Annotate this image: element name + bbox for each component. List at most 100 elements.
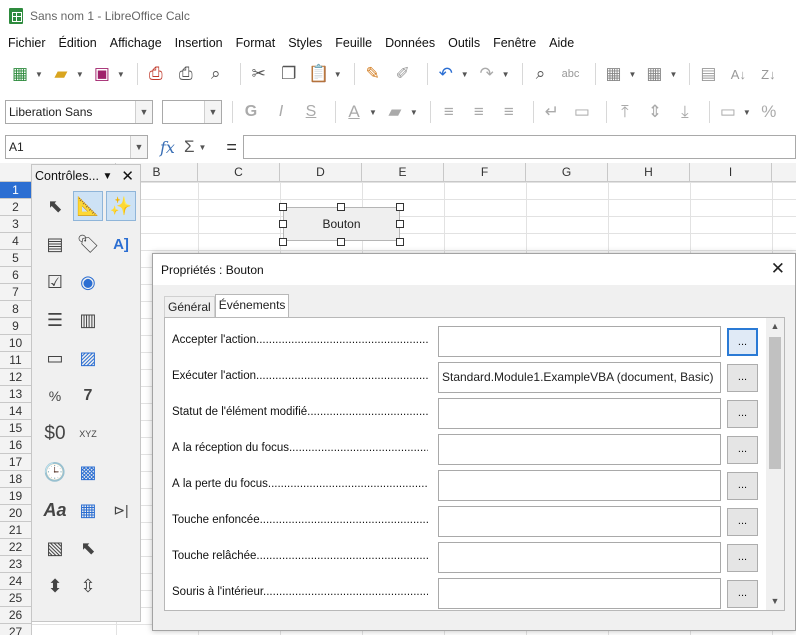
row-header[interactable]: 25 [0, 590, 32, 607]
row-header[interactable]: 15 [0, 420, 32, 437]
row-header[interactable]: 5 [0, 250, 32, 267]
event-macro-field[interactable] [438, 434, 721, 465]
assign-macro-button[interactable]: ... [727, 472, 758, 500]
select-pointer-icon[interactable]: ⬉ [40, 191, 70, 221]
row-header[interactable]: 24 [0, 573, 32, 590]
italic-icon[interactable]: I [269, 100, 293, 124]
row-header[interactable]: 19 [0, 488, 32, 505]
file-selection-icon[interactable]: ⬉ [73, 533, 103, 563]
row-header[interactable]: 12 [0, 369, 32, 386]
row-header[interactable]: 20 [0, 505, 32, 522]
menu-donnees[interactable]: Données [385, 36, 435, 50]
row-header[interactable]: 13 [0, 386, 32, 403]
design-mode-icon[interactable]: 📐 [73, 191, 103, 221]
font-size-combo[interactable]: ▼ [162, 100, 222, 124]
menu-format[interactable]: Format [236, 36, 276, 50]
align-right-icon[interactable]: ≡ [497, 100, 521, 124]
selection-handle[interactable] [396, 203, 404, 211]
row-header[interactable]: 11 [0, 352, 32, 369]
text-box-icon[interactable]: A] [106, 229, 136, 259]
align-bottom-icon[interactable]: ⤓ [673, 100, 697, 124]
selection-handle[interactable] [396, 238, 404, 246]
spelling-icon[interactable]: abc [559, 62, 583, 86]
row-header[interactable]: 7 [0, 284, 32, 301]
export-pdf-icon[interactable]: ⎙ [144, 62, 168, 86]
push-button-icon[interactable]: ▭ [40, 343, 70, 373]
row-header[interactable]: 4 [0, 233, 32, 250]
name-box[interactable]: A1 ▼ [5, 135, 148, 159]
check-box-icon[interactable]: ☑ [40, 267, 70, 297]
cut-icon[interactable]: ✂ [247, 62, 271, 86]
menu-feuille[interactable]: Feuille [335, 36, 372, 50]
row-icon[interactable]: ▦ [602, 62, 626, 86]
dialog-title-bar[interactable]: Propriétés : Bouton ✕ [153, 254, 795, 285]
formula-input[interactable] [243, 135, 796, 159]
row-header[interactable]: 10 [0, 335, 32, 352]
event-macro-field[interactable] [438, 326, 721, 357]
tab-general[interactable]: Général [164, 296, 215, 317]
chevron-down-icon[interactable]: ▼ [669, 70, 677, 79]
label-icon[interactable]: 🏷 [73, 229, 103, 259]
sort-descending-icon[interactable]: Z↓ [756, 62, 780, 86]
scrollbar-thumb[interactable] [769, 337, 781, 469]
row-header[interactable]: 2 [0, 199, 32, 216]
underline-icon[interactable]: S [299, 100, 323, 124]
font-color-icon[interactable]: A [342, 100, 366, 124]
chevron-down-icon[interactable]: ▼ [35, 70, 43, 79]
bold-icon[interactable]: G [239, 100, 263, 124]
selection-handle[interactable] [337, 238, 345, 246]
chevron-down-icon[interactable]: ▼ [629, 70, 637, 79]
align-left-icon[interactable]: ≡ [437, 100, 461, 124]
chevron-down-icon[interactable]: ▼ [369, 108, 377, 117]
row-header[interactable]: 9 [0, 318, 32, 335]
image-button-icon[interactable]: ▨ [73, 343, 103, 373]
selection-handle[interactable] [337, 203, 345, 211]
copy-icon[interactable]: ❐ [277, 62, 301, 86]
assign-macro-button[interactable]: ... [727, 508, 758, 536]
row-header[interactable]: 1 [0, 182, 32, 199]
control-wizards-icon[interactable]: ✨ [106, 191, 136, 221]
table-control-icon[interactable]: ▦ [73, 495, 103, 525]
column-icon[interactable]: ▦ [642, 62, 666, 86]
menu-fichier[interactable]: Fichier [8, 36, 46, 50]
function-wizard-icon[interactable]: fx [160, 138, 175, 157]
assign-macro-button[interactable]: ... [727, 580, 758, 608]
selection-handle[interactable] [396, 220, 404, 228]
row-header[interactable]: 27 [0, 624, 32, 635]
column-header[interactable]: D [280, 163, 362, 182]
close-icon[interactable]: ✕ [771, 259, 785, 279]
chevron-down-icon[interactable]: ▼ [135, 101, 152, 123]
menu-aide[interactable]: Aide [549, 36, 574, 50]
image-control-icon[interactable]: ▧ [40, 533, 70, 563]
event-macro-field[interactable] [438, 506, 721, 537]
scrollbar-control-icon[interactable]: ⇳ [73, 571, 103, 601]
column-header[interactable]: H [608, 163, 690, 182]
group-box-icon[interactable]: Aa [40, 495, 70, 525]
menu-affichage[interactable]: Affichage [110, 36, 162, 50]
selection-handle[interactable] [279, 238, 287, 246]
event-macro-field[interactable]: Standard.Module1.ExampleVBA (document, B… [438, 362, 721, 393]
find-replace-icon[interactable]: ⌕ [529, 62, 553, 86]
row-header[interactable]: 8 [0, 301, 32, 318]
font-name-value[interactable]: Liberation Sans [6, 105, 135, 119]
row-header[interactable]: 23 [0, 556, 32, 573]
chevron-down-icon[interactable]: ▼ [334, 70, 342, 79]
menu-styles[interactable]: Styles [288, 36, 322, 50]
formula-icon[interactable]: = [226, 137, 237, 158]
align-center-icon[interactable]: ≡ [467, 100, 491, 124]
menu-edition[interactable]: Édition [59, 36, 97, 50]
clone-formatting-icon[interactable]: ✎ [361, 62, 385, 86]
formatted-field-icon[interactable]: % [40, 381, 70, 411]
headers-icon[interactable]: ▤ [696, 62, 720, 86]
align-middle-icon[interactable]: ⇕ [643, 100, 667, 124]
selection-handle[interactable] [279, 220, 287, 228]
numeric-field-icon[interactable]: ▩ [73, 457, 103, 487]
number-format-icon[interactable]: ▭ [716, 100, 740, 124]
spin-button-icon[interactable]: ⬍ [40, 571, 70, 601]
paste-icon[interactable]: 📋 [307, 62, 331, 86]
open-folder-icon[interactable]: ▰ [49, 62, 73, 86]
list-box-icon[interactable]: ☰ [40, 305, 70, 335]
sheet-push-button[interactable]: Bouton [283, 207, 400, 241]
column-header[interactable]: F [444, 163, 526, 182]
chevron-down-icon[interactable]: ▼ [204, 101, 221, 123]
